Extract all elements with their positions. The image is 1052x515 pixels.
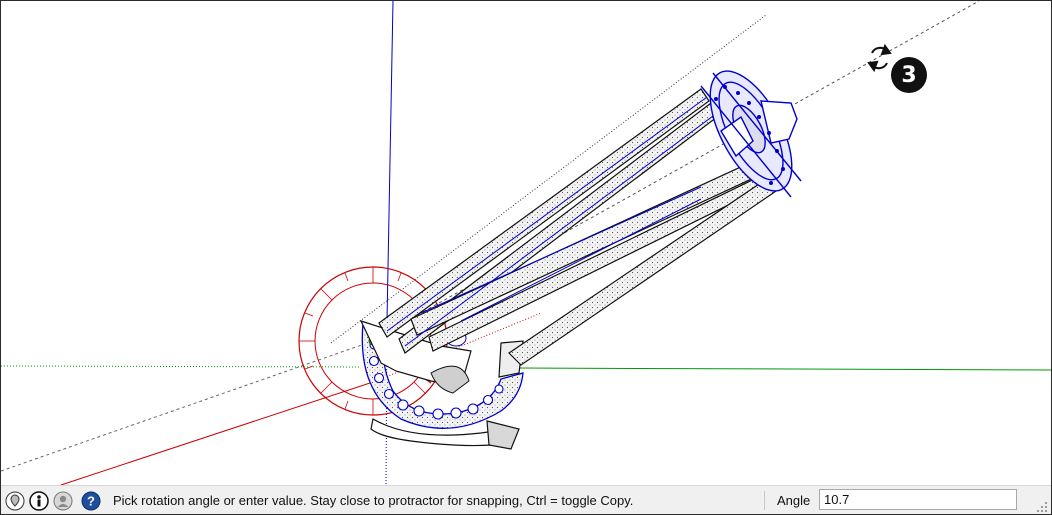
status-instruction-text: Pick rotation angle or enter value. Stay… (113, 493, 634, 508)
resize-grip-icon[interactable] (1037, 502, 1047, 512)
geo-location-icon[interactable] (5, 491, 25, 511)
user-account-icon[interactable] (53, 491, 73, 511)
sketchup-window: 3 ? Pick rotation angle or enter value. … (0, 0, 1052, 515)
measurements-label: Angle (777, 493, 811, 508)
drawing-viewport[interactable]: 3 (1, 1, 1051, 485)
credits-icon[interactable] (29, 490, 49, 511)
help-icon[interactable]: ? (81, 491, 101, 511)
status-bar: ? Pick rotation angle or enter value. St… (1, 485, 1051, 514)
green-axis (515, 367, 1051, 371)
red-axis (60, 380, 377, 485)
blue-axis (386, 1, 394, 322)
measurements-value-input[interactable] (819, 489, 1017, 510)
svg-text:?: ? (87, 493, 95, 508)
step-number-badge: 3 (891, 57, 927, 93)
rotate-cursor-icon (867, 43, 892, 73)
green-axis-hidden (1, 365, 362, 368)
measurements-divider (764, 491, 765, 510)
